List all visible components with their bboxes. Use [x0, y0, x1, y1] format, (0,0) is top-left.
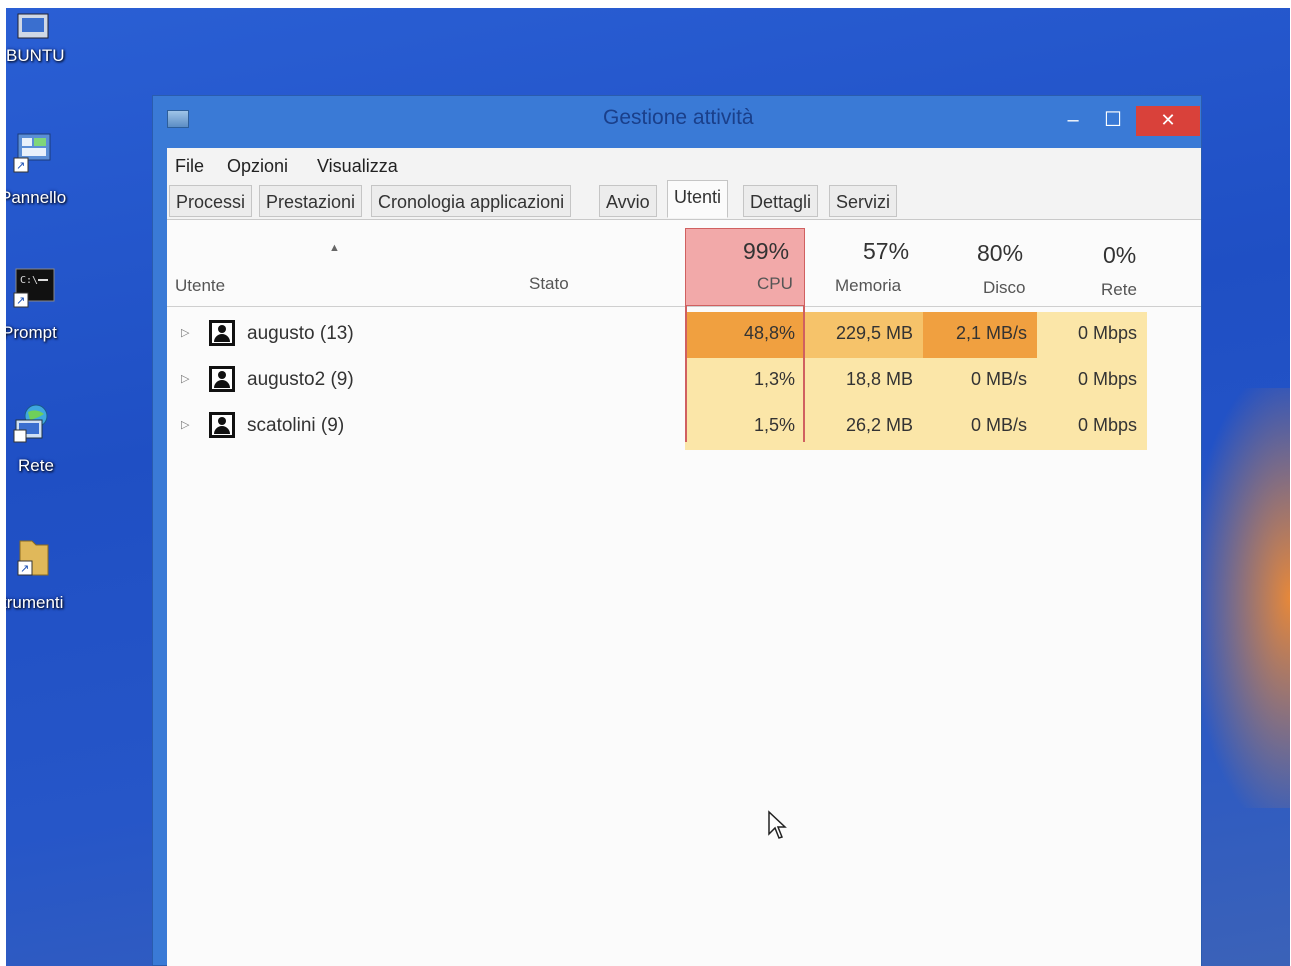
expand-arrow-icon[interactable]: ▷: [181, 372, 189, 385]
desktop-icon-strumenti[interactable]: ↗ trumenti: [6, 533, 86, 623]
tab-dettagli[interactable]: Dettagli: [743, 185, 819, 217]
column-header-stato[interactable]: Stato: [529, 274, 569, 294]
window-title: Gestione attività: [603, 106, 754, 129]
cell-disk: 0 MB/s: [923, 404, 1037, 450]
cell-network: 0 Mbps: [1037, 312, 1147, 358]
minimize-button[interactable]: –: [1058, 106, 1088, 136]
desktop-icon-pannello[interactable]: ↗ Pannello: [6, 128, 86, 218]
cell-network: 0 Mbps: [1037, 358, 1147, 404]
cpu-column-border: [685, 306, 805, 442]
cell-network: 0 Mbps: [1037, 404, 1147, 450]
tab-prestazioni[interactable]: Prestazioni: [259, 185, 363, 217]
command-prompt-icon: C:\ ↗: [12, 267, 56, 308]
network-icon: [12, 402, 56, 443]
desktop-icon-ubuntu[interactable]: BUNTU: [6, 8, 86, 78]
tab-avvio[interactable]: Avvio: [599, 185, 657, 217]
user-name: scatolini (9): [247, 415, 345, 436]
ubuntu-shortcut-icon: [12, 12, 56, 42]
network-percent: 0%: [1103, 242, 1137, 268]
column-header-rete[interactable]: Rete: [1101, 280, 1137, 300]
table-row[interactable]: ▷ augusto (13) 48,8% 229,5 MB 2,1 MB/s 0…: [167, 312, 1201, 358]
desktop-icon-label: Prompt: [6, 323, 57, 342]
tab-bar: Processi Prestazioni Cronologia applicaz…: [167, 180, 1201, 220]
cell-memory: 18,8 MB: [805, 358, 923, 404]
memory-percent: 57%: [863, 238, 910, 264]
user-avatar-icon: [209, 366, 235, 392]
window-client: File Opzioni Visualizza Processi Prestaz…: [167, 148, 1201, 966]
expand-arrow-icon[interactable]: ▷: [181, 326, 189, 339]
cpu-percent: 99%: [743, 238, 790, 264]
tab-processi[interactable]: Processi: [169, 185, 253, 217]
cell-memory: 229,5 MB: [805, 312, 923, 358]
cell-memory: 26,2 MB: [805, 404, 923, 450]
expand-arrow-icon[interactable]: ▷: [181, 418, 189, 431]
control-panel-icon: ↗: [12, 132, 56, 173]
task-manager-window: Gestione attività – ☐ ✕ File Opzioni Vis…: [152, 95, 1202, 966]
menu-bar: File Opzioni Visualizza: [167, 148, 1201, 184]
svg-text:↗: ↗: [16, 160, 25, 172]
table-row[interactable]: ▷ scatolini (9) 1,5% 26,2 MB 0 MB/s 0 Mb…: [167, 404, 1201, 450]
desktop-icon-label: BUNTU: [6, 46, 65, 65]
desktop-icon-prompt[interactable]: C:\ ↗ Prompt: [6, 263, 86, 353]
desktop-icon-label: Pannello: [6, 188, 67, 207]
tools-folder-icon: ↗: [12, 537, 56, 577]
users-table: ▲ Utente Stato 99% CPU 57% Memoria 80% D…: [167, 220, 1201, 966]
close-button[interactable]: ✕: [1136, 106, 1200, 136]
cell-disk: 2,1 MB/s: [923, 312, 1037, 358]
user-avatar-icon: [209, 320, 235, 346]
desktop-icon-label: Rete: [18, 456, 54, 475]
mouse-cursor-icon: [767, 810, 787, 840]
menu-opzioni[interactable]: Opzioni: [227, 156, 288, 177]
column-header-memoria[interactable]: Memoria: [835, 276, 901, 296]
title-bar[interactable]: Gestione attività – ☐ ✕: [153, 96, 1201, 148]
table-row[interactable]: ▷ augusto2 (9) 1,3% 18,8 MB 0 MB/s 0 Mbp…: [167, 358, 1201, 404]
user-name: augusto2 (9): [247, 369, 354, 390]
desktop-icon-rete[interactable]: Rete: [6, 398, 86, 488]
desktop-icon-label: trumenti: [6, 593, 64, 612]
disk-percent: 80%: [977, 240, 1024, 266]
user-name: augusto (13): [247, 323, 354, 344]
user-avatar-icon: [209, 412, 235, 438]
task-manager-icon: [167, 110, 189, 128]
svg-text:↗: ↗: [16, 295, 25, 307]
header-divider: [167, 306, 1201, 307]
cell-disk: 0 MB/s: [923, 358, 1037, 404]
maximize-button[interactable]: ☐: [1098, 106, 1128, 136]
sort-ascending-icon: ▲: [329, 242, 340, 254]
menu-file[interactable]: File: [175, 156, 204, 177]
wallpaper-glow: [1200, 388, 1290, 808]
column-header-disco[interactable]: Disco: [983, 278, 1026, 298]
column-header-utente[interactable]: Utente: [175, 276, 225, 296]
tab-utenti[interactable]: Utenti: [667, 180, 729, 218]
svg-text:↗: ↗: [20, 563, 29, 575]
column-header-cpu[interactable]: CPU: [757, 274, 793, 294]
tab-cronologia-applicazioni[interactable]: Cronologia applicazioni: [371, 185, 572, 217]
svg-text:C:\: C:\: [20, 275, 38, 286]
menu-visualizza[interactable]: Visualizza: [317, 156, 398, 177]
tab-servizi[interactable]: Servizi: [829, 185, 898, 217]
